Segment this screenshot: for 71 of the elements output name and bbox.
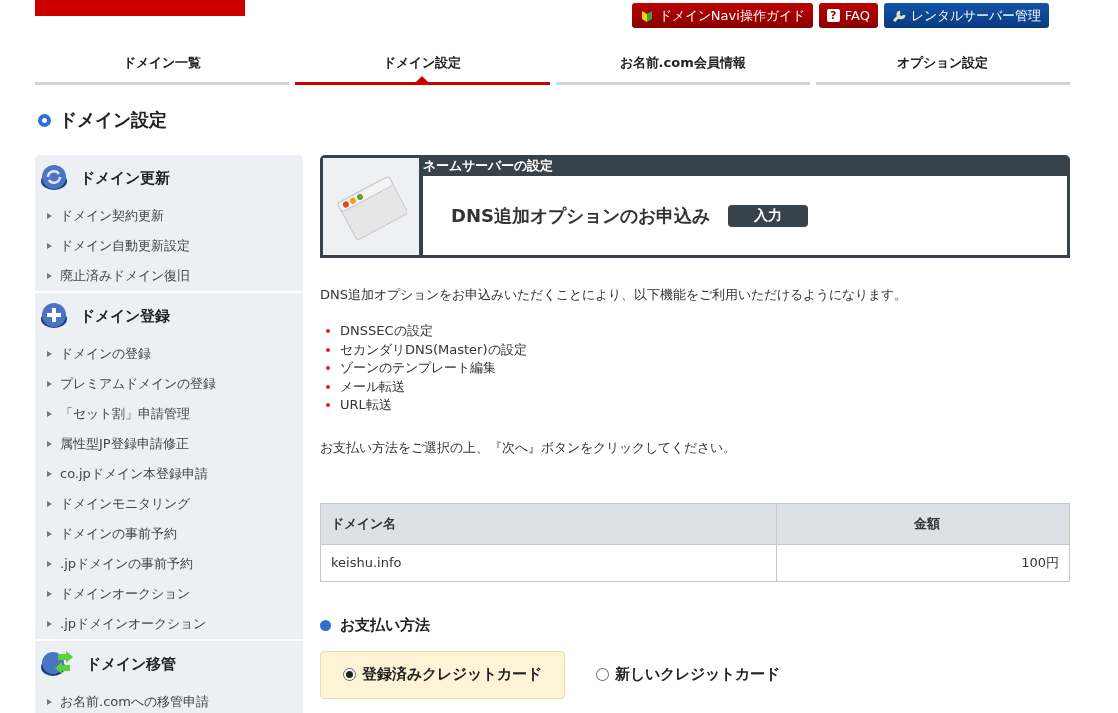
section-heading: ドメイン登録: [80, 306, 170, 326]
sidebar-link[interactable]: 「セット割」申請管理: [60, 405, 190, 423]
triangle-icon: [47, 243, 52, 249]
sidebar-link[interactable]: ドメイン契約更新: [60, 207, 164, 225]
bullet-icon: [326, 366, 330, 371]
header-link[interactable]: ? FAQ: [818, 3, 878, 28]
nav-tab[interactable]: オプション設定: [815, 45, 1070, 85]
sidebar-link[interactable]: ドメインの事前予約: [60, 525, 177, 543]
triangle-icon: [47, 501, 52, 507]
table-cell: 100円: [776, 544, 1070, 581]
triangle-icon: [47, 699, 52, 705]
nav-tab[interactable]: お名前.com会員情報: [555, 45, 810, 85]
triangle-icon: [47, 351, 52, 357]
sidebar-link[interactable]: プレミアムドメインの登録: [60, 375, 216, 393]
header-link[interactable]: レンタルサーバー管理: [884, 3, 1049, 28]
column-header: ドメイン名: [320, 503, 777, 544]
panel-title: DNS追加オプションのお申込み: [451, 203, 710, 228]
sidebar-link[interactable]: ドメインモニタリング: [60, 495, 190, 513]
section-heading: ドメイン移管: [86, 654, 176, 674]
step-badge: 入力: [728, 204, 808, 227]
triangle-icon: [47, 441, 52, 447]
bullet-icon: [326, 329, 330, 334]
sidebar-link[interactable]: お名前.comへの移管申請: [60, 693, 209, 711]
triangle-icon: [47, 381, 52, 387]
radio-button[interactable]: [596, 668, 609, 681]
header-link[interactable]: ドメインNavi操作ガイド: [631, 3, 813, 28]
feature-item: セカンダリDNS(Master)の設定: [340, 340, 527, 359]
triangle-icon: [47, 621, 52, 627]
feature-item: DNSSECの設定: [340, 322, 433, 341]
triangle-icon: [47, 531, 52, 537]
sidebar-link[interactable]: co.jpドメイン本登録申請: [60, 465, 208, 483]
triangle-icon: [47, 213, 52, 219]
section-heading: お支払い方法: [340, 615, 430, 635]
bullet-icon: [326, 347, 330, 352]
nav-tab[interactable]: ドメイン一覧: [35, 45, 290, 85]
triangle-icon: [47, 411, 52, 417]
column-header: 金額: [776, 503, 1070, 544]
refresh-icon: [40, 165, 68, 191]
instruction-text: お支払い方法をご選択の上、『次へ』ボタンをクリックしてください。: [320, 438, 737, 457]
sidebar-link[interactable]: .jpドメインオークション: [60, 615, 206, 633]
sidebar-link[interactable]: 属性型JP登録申請修正: [60, 435, 189, 453]
feature-item: メール転送: [340, 377, 405, 396]
page-title: ドメイン設定: [59, 108, 167, 132]
leaf-icon: [639, 8, 654, 23]
feature-item: ゾーンのテンプレート編集: [340, 359, 496, 378]
feature-item: URL転送: [340, 396, 392, 415]
nav-tab[interactable]: ドメイン設定: [295, 45, 550, 85]
payment-option[interactable]: 登録済みクレジットカード: [320, 650, 565, 699]
sidebar-link[interactable]: 廃止済みドメイン復旧: [60, 267, 190, 285]
triangle-icon: [47, 471, 52, 477]
panel-caption: ネームサーバーの設定: [423, 158, 554, 175]
help-icon: ?: [826, 9, 840, 22]
sidebar-link[interactable]: .jpドメインの事前予約: [60, 555, 193, 573]
wrench-icon: [892, 8, 906, 23]
bullet-icon: [38, 113, 51, 127]
plus-icon: [40, 303, 68, 329]
payment-option[interactable]: 新しいクレジットカード: [595, 650, 781, 699]
table-cell: keishu.info: [320, 544, 777, 581]
sidebar-link[interactable]: ドメインの登録: [60, 345, 151, 363]
bullet-icon: [326, 384, 330, 389]
radio-button[interactable]: [343, 668, 356, 681]
sidebar-link[interactable]: ドメインオークション: [60, 585, 190, 603]
bullet-icon: [326, 403, 330, 408]
triangle-icon: [47, 561, 52, 567]
section-heading: ドメイン更新: [80, 168, 170, 188]
transfer-icon: [40, 651, 74, 677]
intro-text: DNS追加オプションをお申込みいただくことにより、以下機能をご利用いただけるようになります。: [320, 286, 908, 304]
triangle-icon: [47, 591, 52, 597]
bullet-icon: [320, 619, 331, 631]
triangle-icon: [47, 273, 52, 279]
sidebar-link[interactable]: ドメイン自動更新設定: [60, 237, 190, 255]
